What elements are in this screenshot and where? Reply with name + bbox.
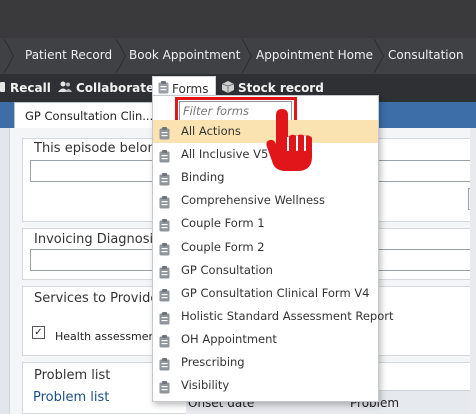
form-menu-item-label: Prescribing: [181, 355, 245, 369]
breadcrumb-book-appointment[interactable]: Book Appointment: [129, 38, 241, 74]
form-menu-item-label: Couple Form 2: [181, 239, 265, 254]
form-menu-item-label: GP Consultation Clinical Form V4: [181, 285, 370, 300]
form-menu-item[interactable]: Prescribing: [153, 351, 378, 374]
collaborate-label: Collaborate: [76, 81, 155, 95]
form-menu-item[interactable]: Comprehensive Wellness: [153, 189, 378, 212]
form-menu-item-label: GP Consultation: [181, 262, 273, 277]
app-header: [0, 0, 476, 38]
form-menu-item-label: Comprehensive Wellness: [181, 193, 326, 208]
recall-label: Recall: [10, 81, 51, 95]
services-panel-title: Services to Provide: [34, 291, 159, 306]
collaborate-button[interactable]: Collaborate: [58, 74, 154, 102]
form-menu-item-label: Holistic Standard Assessment Report: [181, 308, 394, 323]
health-assessment-checkbox[interactable]: ✓: [32, 326, 45, 339]
health-assessment-label: Health assessment: [55, 330, 160, 343]
people-icon: [58, 75, 72, 103]
form-menu-item[interactable]: GP Consultation Clinical Form V4: [153, 282, 378, 305]
problem-list-title: Problem list: [34, 368, 111, 383]
stock-record-label: Stock record: [238, 81, 324, 95]
forms-label: Forms: [172, 82, 209, 96]
breadcrumb-appointment-home[interactable]: Appointment Home: [256, 38, 373, 74]
form-menu-item[interactable]: Couple Form 2: [153, 236, 378, 259]
form-menu-item[interactable]: Visibility: [153, 374, 378, 397]
form-menu-item[interactable]: Holistic Standard Assessment Report: [153, 305, 393, 328]
episode-panel-title: This episode belong: [34, 141, 164, 156]
form-menu-item[interactable]: OH Appointment: [153, 328, 378, 351]
breadcrumb: Patient Record Book Appointment Appointm…: [0, 38, 476, 74]
breadcrumb-patient-record[interactable]: Patient Record: [25, 38, 112, 74]
form-menu-item-label: All Inclusive V5: [181, 147, 269, 162]
form-menu-item[interactable]: Couple Form 1: [153, 212, 378, 235]
hand-pointer-icon: [264, 107, 314, 173]
form-menu-item-label: All Actions: [181, 124, 241, 138]
invoicing-panel-title: Invoicing Diagnosis: [34, 232, 160, 247]
form-menu-item-label: Visibility: [181, 378, 230, 393]
recall-icon: [0, 75, 6, 103]
breadcrumb-consultation[interactable]: Consultation: [388, 38, 464, 74]
scrollbar[interactable]: [470, 128, 476, 414]
form-menu-item[interactable]: GP Consultation: [153, 259, 378, 282]
left-rail: [0, 128, 10, 414]
form-menu-item-label: Binding: [181, 170, 225, 185]
form-menu-item-label: OH Appointment: [181, 331, 277, 346]
tab-gp-consultation[interactable]: GP Consultation Clin...: [14, 102, 162, 129]
recall-button[interactable]: Recall: [0, 74, 51, 102]
form-menu-item-label: Couple Form 1: [181, 216, 265, 231]
clipboard-icon: [159, 379, 170, 402]
problem-list-link[interactable]: Problem list: [33, 390, 109, 405]
